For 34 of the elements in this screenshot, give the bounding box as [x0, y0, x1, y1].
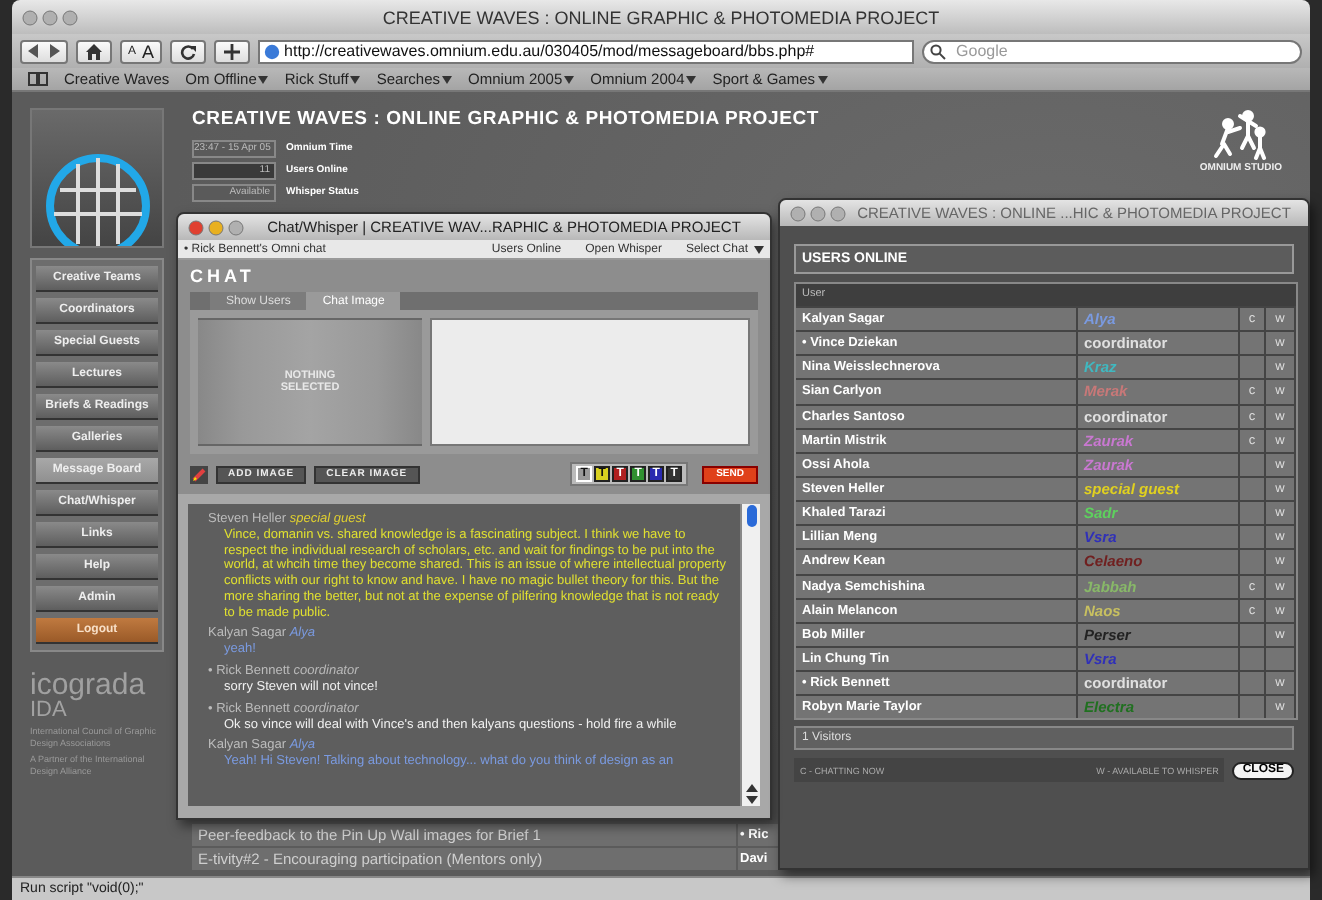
window-buttons-icon[interactable]: [188, 219, 244, 235]
site-title: CREATIVE WAVES : ONLINE GRAPHIC & PHOTOMEDIA PROJECT: [192, 108, 819, 130]
reload-icon: [180, 43, 197, 59]
caret-icon: [817, 75, 828, 83]
dancing-figures-icon: [1212, 108, 1269, 160]
caret-icon: [754, 245, 764, 253]
home-button[interactable]: [76, 39, 112, 63]
partner-subtitle: IDA: [30, 700, 67, 722]
caret-icon: [258, 75, 269, 83]
scrollbar[interactable]: [740, 504, 760, 806]
arrows-icon: [28, 44, 60, 58]
home-icon: [86, 43, 102, 59]
add-bookmark-button[interactable]: [214, 39, 251, 63]
chat-heading: CHAT: [190, 266, 257, 286]
search-icon: [930, 43, 947, 59]
partner-logo-text: icograda: [30, 670, 148, 700]
address-field[interactable]: http://creativewaves.omnium.edu.au/030405/mod/messageboard/bbs.php#: [258, 39, 915, 63]
pencil-icon[interactable]: [190, 465, 208, 483]
caret-icon: [564, 75, 575, 83]
window-buttons-icon[interactable]: [790, 205, 846, 221]
scroll-thumb[interactable]: [745, 504, 757, 528]
caret-icon: [686, 75, 697, 83]
reload-button[interactable]: [170, 39, 207, 63]
scroll-arrows-icon[interactable]: [745, 782, 757, 806]
back-forward-button[interactable]: [20, 39, 68, 63]
book-icon[interactable]: [28, 72, 48, 86]
message-input[interactable]: [430, 318, 750, 446]
window-title: CREATIVE WAVES : ONLINE GRAPHIC & PHOTOMEDIA PROJECT: [12, 0, 1310, 34]
window-buttons-icon[interactable]: [22, 9, 78, 25]
caret-icon: [350, 75, 361, 83]
caret-icon: [442, 75, 453, 83]
search-field[interactable]: Google: [922, 39, 1302, 63]
plus-icon: [224, 43, 241, 59]
globe-icon: [264, 43, 281, 59]
